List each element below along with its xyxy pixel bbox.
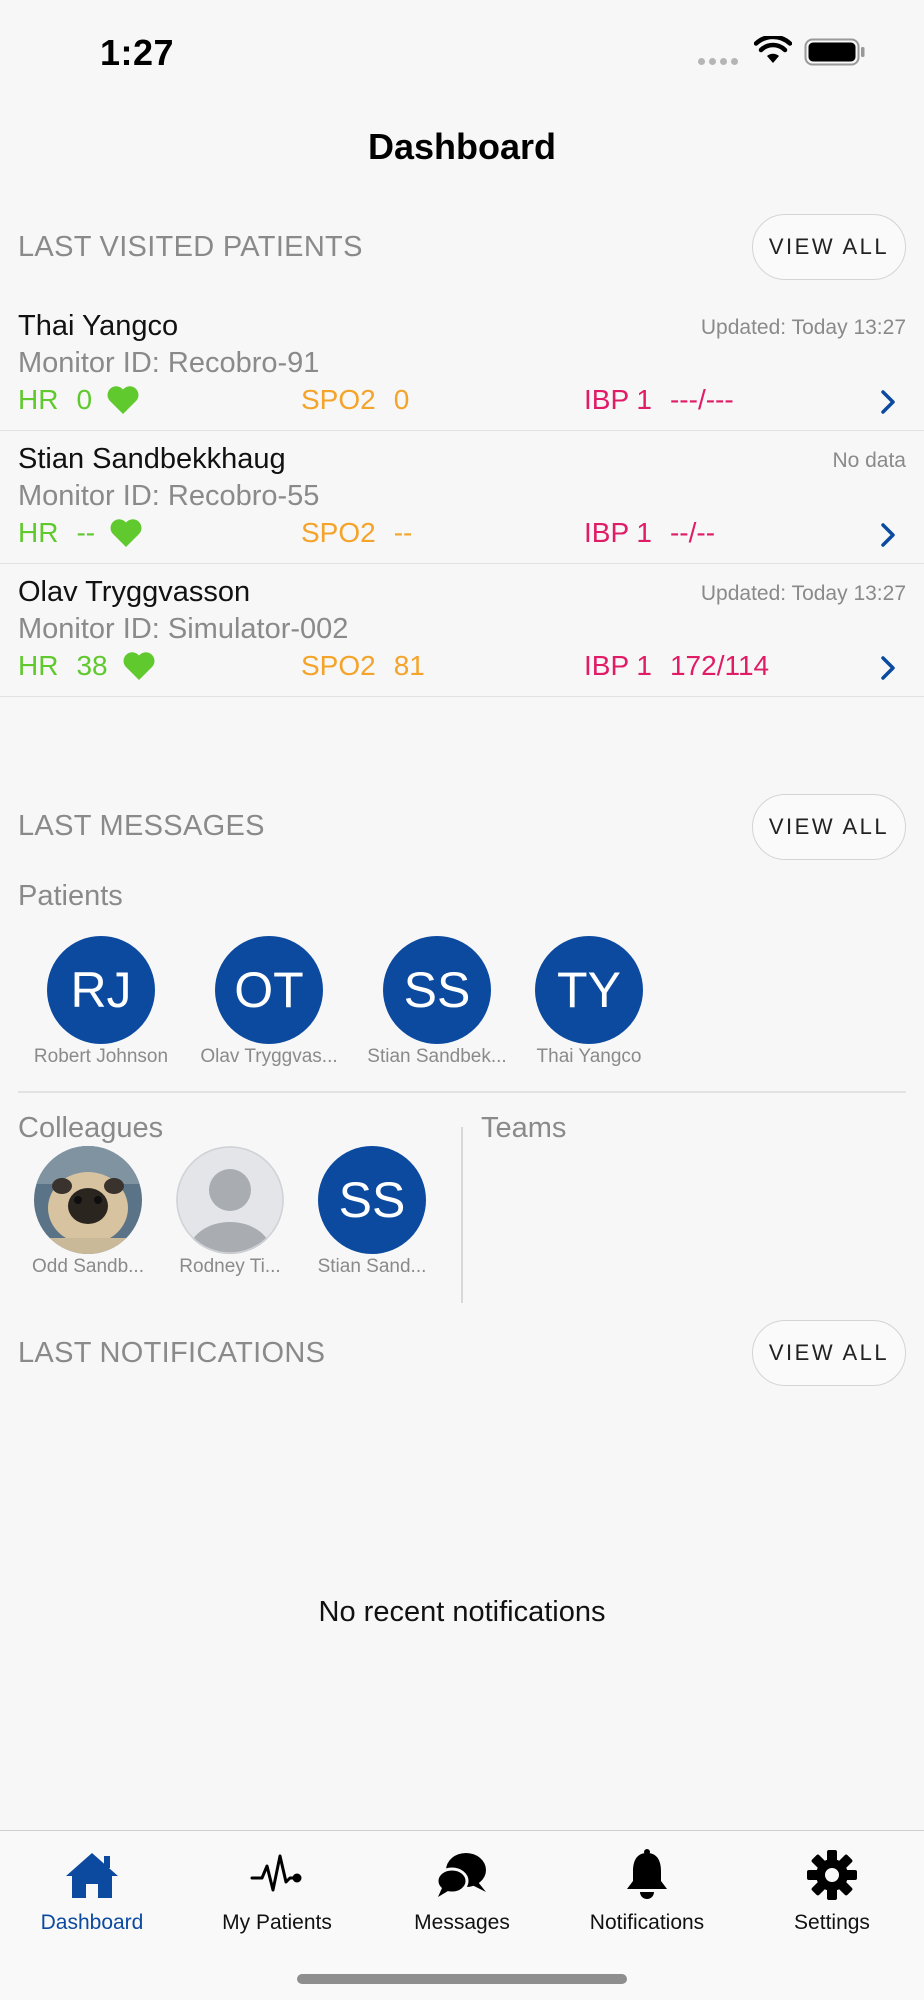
status-bar: 1:27 (0, 0, 924, 100)
ibp-label: IBP 1 (584, 517, 652, 548)
divider (18, 1091, 906, 1093)
ibp-reading: 172/114 (669, 650, 770, 681)
colleague-avatar-name: Rodney Ti... (179, 1256, 281, 1277)
heart-icon (123, 652, 155, 680)
ibp-reading: ---/--- (669, 384, 734, 415)
view-all-notifications-button[interactable]: VIEW ALL (752, 1320, 906, 1386)
updated-time: No data (832, 449, 906, 472)
tab-settings[interactable]: Settings (740, 1831, 924, 1951)
patients-label: Patients (18, 880, 123, 912)
last-visited-header: LAST VISITED PATIENTS (18, 231, 363, 263)
monitor-id: Monitor ID: Simulator-002 (18, 613, 349, 645)
home-icon (66, 1853, 118, 1898)
cellular-signal-icon (698, 58, 738, 65)
patient-row[interactable]: Stian Sandbekkhaug No data Monitor ID: R… (0, 431, 924, 564)
tab-dashboard[interactable]: Dashboard (0, 1831, 184, 1951)
hr-value: HR 0 (18, 384, 140, 416)
tab-notifications[interactable]: Notifications (555, 1831, 739, 1951)
colleague-avatar-name: Stian Sand... (317, 1256, 427, 1277)
chat-bubbles-icon (435, 1853, 486, 1897)
ibp-value: IBP 1 --/-- (584, 517, 715, 549)
patient-row[interactable]: Olav Tryggvasson Updated: Today 13:27 Mo… (0, 564, 924, 697)
status-time: 1:27 (100, 32, 175, 73)
patient-name: Olav Tryggvasson (18, 576, 251, 608)
patient-avatar[interactable]: SS (383, 936, 491, 1044)
patient-row[interactable]: Thai Yangco Updated: Today 13:27 Monitor… (0, 298, 924, 431)
tab-label: Notifications (589, 1911, 705, 1934)
view-all-patients-button[interactable]: VIEW ALL (752, 214, 906, 280)
wifi-icon (754, 36, 792, 63)
monitor-id: Monitor ID: Recobro-91 (18, 347, 320, 379)
ibp-reading: --/-- (669, 517, 716, 548)
spo2-reading: -- (393, 517, 413, 548)
hr-value: HR -- (18, 517, 143, 549)
monitor-id: Monitor ID: Recobro-55 (18, 480, 320, 512)
gear-icon (807, 1850, 857, 1900)
heart-icon (107, 386, 139, 414)
tab-label: Messages (414, 1911, 510, 1934)
tab-my-patients[interactable]: My Patients (185, 1831, 369, 1951)
battery-icon (804, 38, 865, 66)
chevron-right-icon (881, 523, 895, 547)
patient-name: Thai Yangco (18, 310, 179, 342)
colleagues-label: Colleagues (18, 1112, 164, 1144)
last-messages-header: LAST MESSAGES (18, 810, 265, 842)
spo2-value: SPO2 -- (301, 517, 412, 549)
tab-label: Settings (794, 1911, 870, 1934)
divider-vertical (461, 1127, 463, 1303)
ibp-label: IBP 1 (584, 384, 652, 415)
hr-reading: 38 (76, 650, 108, 681)
patient-avatar-name: Olav Tryggvas... (200, 1046, 338, 1067)
last-notifications-header: LAST NOTIFICATIONS (18, 1337, 326, 1369)
heartbeat-icon (250, 1854, 302, 1892)
teams-label: Teams (481, 1112, 567, 1144)
heart-icon (110, 519, 142, 547)
hr-reading: -- (76, 517, 96, 548)
hr-value: HR 38 (18, 650, 156, 682)
patient-avatar-name: Thai Yangco (536, 1046, 642, 1067)
updated-time: Updated: Today 13:27 (700, 582, 906, 605)
tab-label: My Patients (222, 1911, 332, 1934)
spo2-value: SPO2 81 (301, 650, 425, 682)
hr-label: HR (18, 384, 59, 415)
hr-label: HR (18, 650, 59, 681)
user-placeholder-icon[interactable] (176, 1146, 284, 1254)
spo2-value: SPO2 0 (301, 384, 409, 416)
ibp-value: IBP 1 ---/--- (584, 384, 734, 416)
spo2-label: SPO2 (301, 384, 376, 415)
ibp-value: IBP 1 172/114 (584, 650, 769, 682)
hr-label: HR (18, 517, 59, 548)
chevron-right-icon (881, 390, 895, 414)
colleague-photo-avatar[interactable] (34, 1146, 142, 1254)
spo2-reading: 81 (393, 650, 425, 681)
empty-notifications-message: No recent notifications (318, 1596, 606, 1628)
chevron-right-icon (881, 656, 895, 680)
patient-avatar-name: Stian Sandbek... (367, 1046, 507, 1067)
ibp-label: IBP 1 (584, 650, 652, 681)
colleague-avatar-name: Odd Sandb... (32, 1256, 144, 1277)
patient-name: Stian Sandbekkhaug (18, 443, 286, 475)
hr-reading: 0 (76, 384, 93, 415)
updated-time: Updated: Today 13:27 (700, 316, 906, 339)
tab-messages[interactable]: Messages (370, 1831, 554, 1951)
patient-avatar[interactable]: RJ (47, 936, 155, 1044)
tab-label: Dashboard (40, 1911, 144, 1934)
patient-avatar[interactable]: OT (215, 936, 323, 1044)
spo2-label: SPO2 (301, 517, 376, 548)
colleague-avatar[interactable]: SS (318, 1146, 426, 1254)
spo2-label: SPO2 (301, 650, 376, 681)
page-title: Dashboard (367, 126, 557, 167)
patient-avatar-name: Robert Johnson (33, 1046, 169, 1067)
home-indicator[interactable] (297, 1974, 627, 1984)
bell-icon (627, 1849, 667, 1899)
patient-avatar[interactable]: TY (535, 936, 643, 1044)
spo2-reading: 0 (393, 384, 410, 415)
view-all-messages-button[interactable]: VIEW ALL (752, 794, 906, 860)
